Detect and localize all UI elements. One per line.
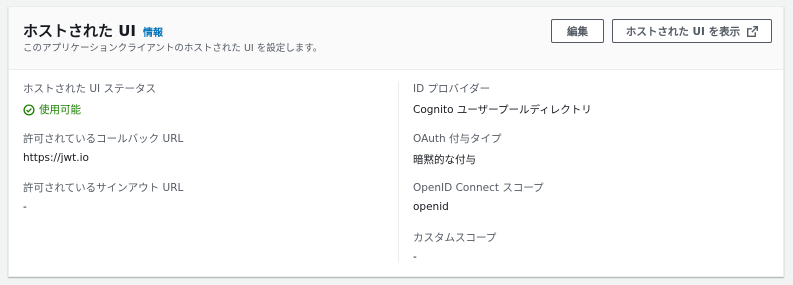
custom-scopes-value: - xyxy=(413,251,417,263)
openid-scopes-value: openid xyxy=(413,201,449,213)
view-hosted-ui-button-label: ホストされた UI を表示 xyxy=(625,25,741,38)
field-custom-scopes: カスタムスコープ - xyxy=(413,230,496,263)
edit-button[interactable]: 編集 xyxy=(551,19,604,43)
panel-header: ホストされた UI 情報 このアプリケーションクライアントのホストされた UI … xyxy=(9,7,783,70)
status-value-text: 使用可能 xyxy=(39,104,81,116)
signout-urls-value: - xyxy=(23,201,27,213)
field-status: ホストされた UI ステータス 使用可能 xyxy=(23,81,156,117)
field-identity-provider: ID プロバイダー Cognito ユーザープールディレクトリ xyxy=(413,81,592,117)
status-label: ホストされた UI ステータス xyxy=(23,83,156,95)
callback-urls-value: https://jwt.io xyxy=(23,152,89,164)
field-openid-scopes: OpenID Connect スコープ openid xyxy=(413,180,544,213)
field-oauth-grant-types: OAuth 付与タイプ 暗黙的な付与 xyxy=(413,131,502,167)
signout-urls-label: 許可されているサインアウト URL xyxy=(23,182,184,194)
oauth-grant-types-value: 暗黙的な付与 xyxy=(413,154,476,166)
panel-title: ホストされた UI xyxy=(23,22,136,40)
oauth-grant-types-label: OAuth 付与タイプ xyxy=(413,133,502,145)
title-row: ホストされた UI 情報 xyxy=(23,20,163,41)
status-value: 使用可能 xyxy=(23,102,156,117)
panel-description: このアプリケーションクライアントのホストされた UI を設定します。 xyxy=(23,43,323,54)
field-callback-urls: 許可されているコールバック URL https://jwt.io xyxy=(23,131,183,164)
view-hosted-ui-button[interactable]: ホストされた UI を表示 xyxy=(612,19,772,43)
callback-urls-label: 許可されているコールバック URL xyxy=(23,133,184,145)
edit-button-label: 編集 xyxy=(567,25,588,38)
info-link[interactable]: 情報 xyxy=(143,24,163,39)
hosted-ui-panel: ホストされた UI 情報 このアプリケーションクライアントのホストされた UI … xyxy=(8,6,784,277)
identity-provider-label: ID プロバイダー xyxy=(413,83,491,95)
column-divider xyxy=(398,81,399,263)
external-link-icon xyxy=(747,25,759,37)
identity-provider-value: Cognito ユーザープールディレクトリ xyxy=(413,104,592,116)
openid-scopes-label: OpenID Connect スコープ xyxy=(413,182,544,194)
check-circle-icon xyxy=(23,103,35,116)
field-signout-urls: 許可されているサインアウト URL - xyxy=(23,180,183,213)
custom-scopes-label: カスタムスコープ xyxy=(413,232,497,244)
